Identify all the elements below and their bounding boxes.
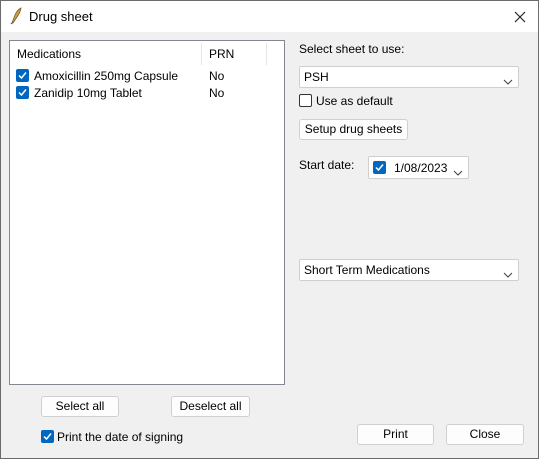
start-date-value: 1/08/2023 bbox=[394, 161, 448, 175]
list-header: Medications PRN bbox=[10, 41, 284, 67]
sheet-select-value: PSH bbox=[304, 70, 329, 84]
category-select-value: Short Term Medications bbox=[304, 263, 430, 277]
select-sheet-label: Select sheet to use: bbox=[299, 42, 405, 56]
drug-sheet-dialog: Drug sheet Medications PRN Amoxicillin 2… bbox=[0, 0, 539, 459]
start-date-picker[interactable]: 1/08/2023 bbox=[368, 156, 469, 179]
select-all-button[interactable]: Select all bbox=[41, 396, 119, 417]
print-date-checkbox[interactable] bbox=[41, 430, 54, 443]
title-bar: Drug sheet bbox=[1, 1, 538, 32]
table-row[interactable]: Amoxicillin 250mg Capsule No bbox=[10, 68, 284, 85]
table-row[interactable]: Zanidip 10mg Tablet No bbox=[10, 85, 284, 102]
column-separator[interactable] bbox=[266, 43, 267, 65]
category-select[interactable]: Short Term Medications bbox=[299, 259, 519, 281]
pen-nib-icon bbox=[9, 7, 23, 25]
medication-name: Amoxicillin 250mg Capsule bbox=[34, 69, 179, 83]
print-date-label[interactable]: Print the date of signing bbox=[57, 430, 183, 444]
column-header-medications[interactable]: Medications bbox=[10, 41, 81, 67]
chevron-down-icon[interactable] bbox=[453, 165, 463, 179]
column-header-prn[interactable]: PRN bbox=[202, 41, 234, 67]
print-button[interactable]: Print bbox=[357, 424, 434, 445]
sheet-select[interactable]: PSH bbox=[299, 66, 519, 88]
deselect-all-button[interactable]: Deselect all bbox=[171, 396, 250, 417]
medications-list[interactable]: Medications PRN Amoxicillin 250mg Capsul… bbox=[9, 40, 285, 385]
chevron-down-icon bbox=[503, 267, 513, 281]
use-default-checkbox[interactable] bbox=[299, 94, 312, 107]
use-default-label[interactable]: Use as default bbox=[316, 94, 393, 108]
close-button[interactable]: Close bbox=[446, 424, 524, 445]
row-checkbox[interactable] bbox=[16, 69, 29, 82]
prn-value: No bbox=[209, 86, 225, 100]
close-icon[interactable] bbox=[505, 4, 535, 30]
medication-name: Zanidip 10mg Tablet bbox=[34, 86, 142, 100]
row-checkbox[interactable] bbox=[16, 86, 29, 99]
chevron-down-icon bbox=[503, 74, 513, 88]
window-title: Drug sheet bbox=[29, 9, 93, 24]
start-date-label: Start date: bbox=[299, 158, 355, 172]
start-date-checkbox[interactable] bbox=[373, 161, 386, 174]
setup-drug-sheets-button[interactable]: Setup drug sheets bbox=[299, 119, 408, 140]
prn-value: No bbox=[209, 69, 225, 83]
